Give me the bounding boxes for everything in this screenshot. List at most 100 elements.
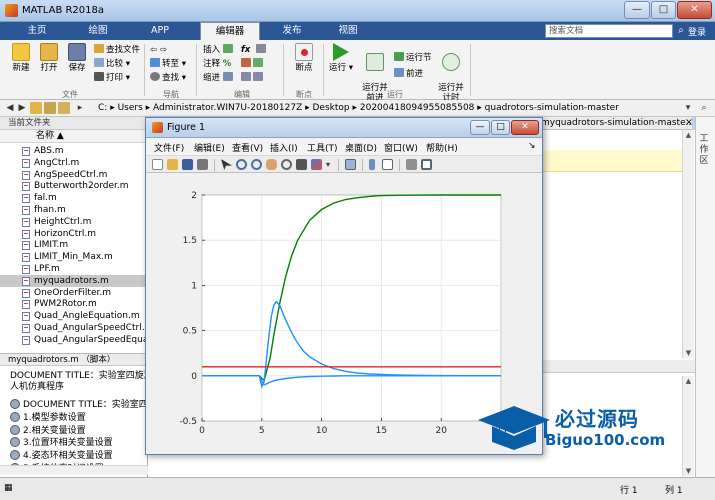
run-button[interactable]: 运行 ▾: [328, 43, 354, 73]
left-horizontal-scrollbar[interactable]: [0, 465, 148, 475]
address-search-icon[interactable]: ⌕: [698, 102, 710, 114]
brush-icon[interactable]: [311, 159, 322, 170]
zoom-out-icon[interactable]: [251, 159, 262, 170]
open-button[interactable]: 打开: [36, 43, 62, 73]
colorbar-icon[interactable]: [369, 159, 375, 170]
print-button[interactable]: 打印 ▾: [94, 72, 130, 84]
forward-arrow-icon[interactable]: ▶: [16, 102, 28, 114]
menu-insert[interactable]: 插入(I): [270, 141, 298, 154]
scroll-up-icon[interactable]: ▲: [683, 130, 694, 140]
pan-icon[interactable]: [266, 159, 277, 170]
file-list-item[interactable]: LIMIT.m: [0, 239, 148, 251]
menubar-overflow-icon[interactable]: ↘: [528, 141, 536, 151]
breadcrumb-segment[interactable]: quadrotors-simulation-master: [485, 103, 619, 113]
link-plot-icon[interactable]: [345, 159, 356, 170]
goto-button[interactable]: 转至 ▾: [150, 58, 186, 70]
nav-back-button[interactable]: ⇦ ⇨: [150, 44, 167, 56]
editor-tab[interactable]: myquadrotors-simulation-maste...: [538, 117, 692, 130]
hide-plot-tools-icon[interactable]: [406, 159, 417, 170]
menu-desktop[interactable]: 桌面(D): [345, 141, 377, 154]
insert-fx-menu[interactable]: [256, 44, 268, 56]
file-list-item[interactable]: Butterworth2order.m: [0, 180, 148, 192]
file-list-item[interactable]: fal.m: [0, 192, 148, 204]
legend-icon[interactable]: [382, 159, 393, 170]
address-dropdown-icon[interactable]: ▾: [682, 102, 694, 114]
folder-icon[interactable]: [30, 102, 42, 114]
command-scrollbar[interactable]: ▲ ▼: [682, 376, 694, 476]
menu-help[interactable]: 帮助(H): [426, 141, 458, 154]
maximize-button[interactable]: □: [651, 1, 676, 19]
tab-home[interactable]: 主页: [12, 22, 62, 40]
folder-up-icon[interactable]: [44, 102, 56, 114]
brush-dropdown-icon[interactable]: ▾: [326, 159, 332, 170]
rotate-icon[interactable]: [281, 159, 292, 170]
indent-toggle-button[interactable]: [241, 72, 265, 84]
file-list-item[interactable]: PWM2Rotor.m: [0, 298, 148, 310]
menu-file[interactable]: 文件(F): [154, 141, 184, 154]
menu-window[interactable]: 窗口(W): [384, 141, 418, 154]
cell-list-item[interactable]: 2.相关变量设置: [10, 424, 86, 437]
comment-button[interactable]: 注释 %: [203, 58, 231, 70]
save-button[interactable]: 保存: [64, 43, 90, 73]
tab-apps[interactable]: APP: [138, 22, 182, 40]
breadcrumb-segment[interactable]: C:: [98, 103, 107, 113]
file-list-item[interactable]: Quad_AngleEquation.m: [0, 310, 148, 322]
find-files-button[interactable]: 查找文件: [94, 44, 140, 56]
login-link[interactable]: 登录: [688, 25, 706, 38]
workspace-vertical-label[interactable]: 工作区: [697, 134, 711, 167]
zoom-in-icon[interactable]: [236, 159, 247, 170]
new-button[interactable]: 新建: [8, 43, 34, 73]
tab-plots[interactable]: 绘图: [74, 22, 122, 40]
file-list-item[interactable]: HeightCtrl.m: [0, 216, 148, 228]
pointer-icon[interactable]: [221, 159, 232, 170]
data-cursor-icon[interactable]: [296, 159, 307, 170]
close-button[interactable]: ✕: [677, 1, 712, 19]
name-column-header[interactable]: 名称 ▲: [0, 130, 148, 143]
fx-button[interactable]: fx: [241, 44, 250, 56]
minimize-button[interactable]: —: [624, 1, 650, 19]
editor-scrollbar[interactable]: ▲ ▼: [682, 130, 694, 358]
new-figure-icon[interactable]: [152, 159, 163, 170]
cell-list-item[interactable]: 1.模型参数设置: [10, 411, 86, 424]
tab-view[interactable]: 视图: [326, 22, 370, 40]
breadcrumb-segment[interactable]: Administrator.WIN7U-20180127Z: [153, 103, 302, 113]
file-list-item[interactable]: fhan.m: [0, 204, 148, 216]
figure-title-bar[interactable]: Figure 1 — □ ✕: [146, 118, 542, 138]
cell-list-item[interactable]: DOCUMENT TITLE：实验室四旋: [10, 399, 157, 411]
breadcrumb-segment[interactable]: 20200418094955085508: [360, 103, 475, 113]
menu-view[interactable]: 查看(V): [232, 141, 263, 154]
file-list-item[interactable]: AngCtrl.m: [0, 157, 148, 169]
file-list-item[interactable]: ABS.m: [0, 145, 148, 157]
search-icon[interactable]: ⌕: [674, 24, 688, 38]
comment-toggle-button[interactable]: [241, 58, 265, 70]
file-list-item[interactable]: HorizonCtrl.m: [0, 228, 148, 240]
find-button[interactable]: 查找 ▾: [150, 72, 186, 84]
editor-close-icon[interactable]: ×: [683, 117, 695, 130]
file-list-item[interactable]: AngSpeedCtrl.m: [0, 169, 148, 181]
scroll-up-icon[interactable]: ▲: [683, 376, 694, 386]
figure-minimize-button[interactable]: —: [470, 120, 490, 135]
cell-list-item[interactable]: 4.姿态环相关变量设置: [10, 450, 113, 462]
compare-button[interactable]: 比较 ▾: [94, 58, 130, 70]
save-figure-icon[interactable]: [182, 159, 193, 170]
search-input[interactable]: 搜索文档: [545, 24, 673, 38]
tab-publish[interactable]: 发布: [270, 22, 314, 40]
figure-maximize-button[interactable]: □: [491, 120, 510, 135]
file-list-item[interactable]: Quad_AngularSpeedEquatio: [0, 334, 148, 346]
tab-editor[interactable]: 编辑器: [200, 22, 260, 40]
file-list-item[interactable]: myquadrotors.m: [0, 274, 148, 287]
advance-button[interactable]: 前进: [394, 68, 423, 80]
print-figure-icon[interactable]: [197, 159, 208, 170]
file-list-item[interactable]: LIMIT_Min_Max.m: [0, 251, 148, 263]
indent-button[interactable]: 缩进: [203, 72, 235, 84]
file-list-item[interactable]: OneOrderFilter.m: [0, 287, 148, 299]
breadcrumb[interactable]: C: ▸ Users ▸ Administrator.WIN7U-2018012…: [98, 103, 619, 113]
figure-close-button[interactable]: ✕: [511, 120, 539, 135]
breadcrumb-segment[interactable]: Desktop: [313, 103, 350, 113]
show-plot-tools-icon[interactable]: [421, 159, 432, 170]
menu-edit[interactable]: 编辑(E): [194, 141, 225, 154]
scroll-down-icon[interactable]: ▼: [683, 348, 694, 358]
file-list-item[interactable]: LPF.m: [0, 263, 148, 275]
back-arrow-icon[interactable]: ◀: [4, 102, 16, 114]
browse-folder-icon[interactable]: [58, 102, 70, 114]
